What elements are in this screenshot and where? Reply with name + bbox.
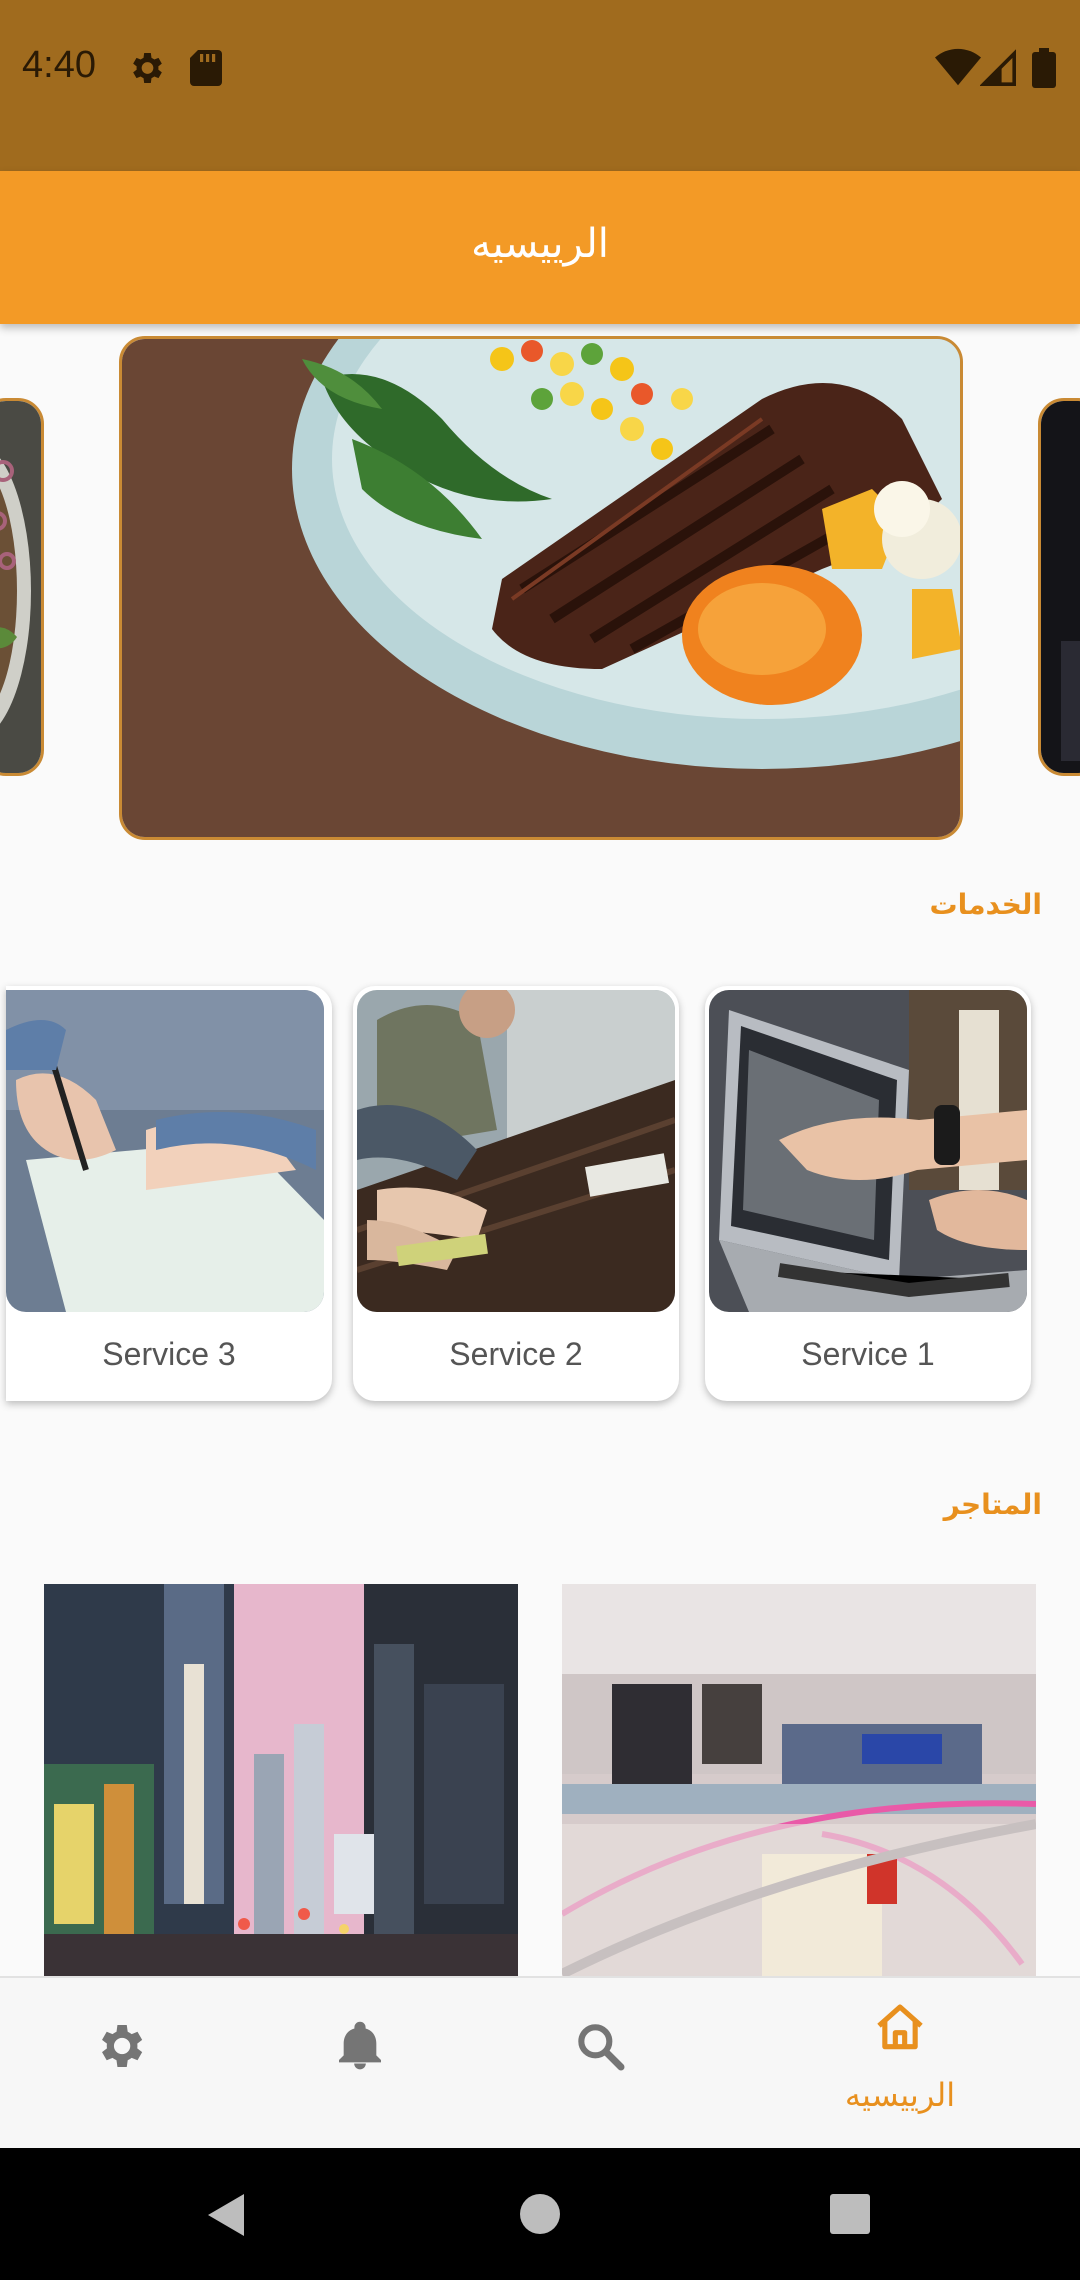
city-street-image (44, 1584, 518, 1976)
bell-icon (339, 2021, 381, 2070)
nav-settings[interactable] (60, 1978, 180, 2150)
services-section-title: الخدمات (929, 888, 1042, 921)
store-card-city[interactable] (44, 1584, 518, 1976)
status-time: 4:40 (22, 44, 96, 86)
bottom-navigation: الرييسيه (0, 1976, 1080, 2150)
dark-food-image (1041, 401, 1080, 773)
app-bar: الرييسيه (0, 171, 1080, 324)
service-1-image (709, 990, 1027, 1312)
battery-icon (1032, 48, 1056, 88)
home-button-icon[interactable] (518, 2192, 562, 2236)
page-title: الرييسيه (471, 221, 609, 267)
store-card-mall[interactable] (562, 1584, 1036, 1976)
nav-home[interactable]: الرييسيه (820, 1978, 980, 2150)
carousel-card-main[interactable] (119, 336, 963, 840)
service-2-label: Service 2 (449, 1336, 583, 1372)
system-navigation-bar (0, 2148, 1080, 2280)
status-bar: 4:40 (0, 0, 1080, 171)
settings-icon (102, 2025, 143, 2067)
search-icon (578, 2024, 625, 2071)
settings-status-icon (133, 53, 162, 83)
recents-icon[interactable] (830, 2194, 870, 2234)
carousel-card-next[interactable] (1038, 398, 1080, 776)
nav-notifications[interactable] (300, 1978, 420, 2150)
service-2-image (357, 990, 675, 1312)
wifi-icon (935, 48, 981, 86)
service-card-2[interactable]: Service 2 (353, 986, 679, 1401)
cell-signal-icon (980, 49, 1016, 86)
service-3-image (6, 990, 324, 1312)
back-icon[interactable] (204, 2192, 246, 2238)
steak-plate-image (122, 339, 960, 837)
salad-image (0, 401, 41, 773)
service-card-1[interactable]: Service 1 (705, 986, 1031, 1401)
stores-section-title: المتاجر (943, 1488, 1042, 1521)
carousel-card-prev[interactable] (0, 398, 44, 776)
service-1-label: Service 1 (801, 1336, 935, 1372)
sd-card-icon (190, 50, 222, 86)
shopping-mall-image (562, 1584, 1036, 1976)
nav-search[interactable] (540, 1978, 660, 2150)
nav-home-label: الرييسيه (844, 2076, 956, 2114)
home-icon (877, 2004, 923, 2050)
service-card-3[interactable]: Service 3 (6, 986, 332, 1401)
service-3-label: Service 3 (102, 1336, 236, 1372)
